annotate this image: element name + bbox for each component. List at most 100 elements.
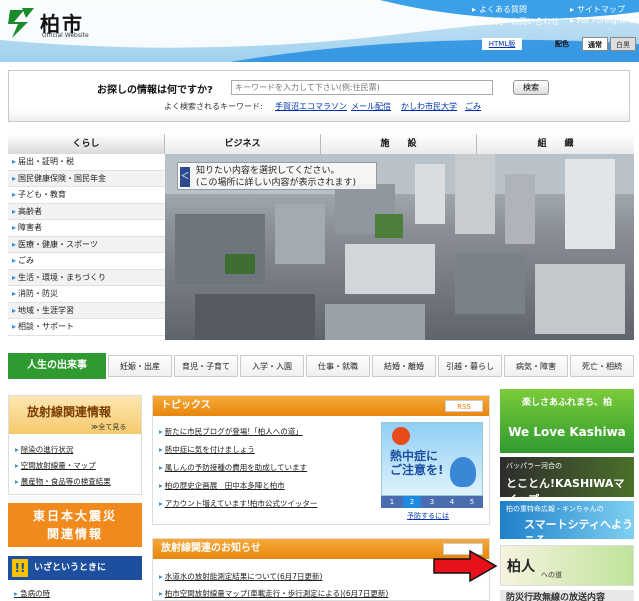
keyword-link-university[interactable]: かしわ市民大学 bbox=[401, 101, 457, 112]
selection-hint: ＜ 知りたい内容を選択してください。 (この場所に詳しい内容が表示されます) bbox=[177, 162, 377, 190]
keyword-link-mail[interactable]: メール配信 bbox=[351, 101, 391, 112]
main-nav: くらし ビジネス 施 設 組 織 bbox=[8, 134, 634, 154]
topic-link-blog[interactable]: 新たに市民ブログが登場!「柏人への道」 bbox=[159, 426, 303, 437]
heatstroke-line-1: 熱中症に bbox=[390, 449, 439, 463]
keyword-link-marathon[interactable]: 手賀沼エコマラソン bbox=[275, 101, 347, 112]
color-normal-button[interactable]: 通常 bbox=[582, 37, 608, 51]
kashiwabito-blog-banner[interactable]: 柏人 への道 bbox=[500, 545, 634, 586]
side-item-disaster[interactable]: 消防・防災 bbox=[8, 286, 165, 303]
site-logo[interactable]: 柏市 Official Website bbox=[6, 6, 126, 42]
heatstroke-text: 熱中症に ご注意を! bbox=[390, 449, 443, 477]
pager-page-3[interactable]: 3 bbox=[423, 496, 441, 508]
topic-link-rubella[interactable]: 風しんの予防接種の費用を助成しています bbox=[159, 462, 307, 473]
popular-keywords-label: よく検索されるキーワード: bbox=[164, 102, 263, 111]
hint-line-1: 知りたい内容を選択してください。 bbox=[196, 166, 340, 176]
color-mono-button[interactable]: 白黒 bbox=[610, 37, 636, 51]
earthquake-line-1: 東日本大震災 bbox=[32, 509, 117, 523]
life-work[interactable]: 仕事・就職 bbox=[306, 355, 370, 377]
hint-line-2: (この場所に詳しい内容が表示されます) bbox=[196, 178, 357, 188]
sun-icon bbox=[392, 427, 410, 445]
side-item-consultation[interactable]: 相談・サポート bbox=[8, 319, 165, 336]
radiation-news-title: 放射線関連のお知らせ bbox=[161, 543, 261, 554]
tab-business[interactable]: ビジネス bbox=[165, 134, 321, 154]
red-arrow-icon bbox=[433, 549, 498, 583]
side-item-community[interactable]: 地域・生涯学習 bbox=[8, 302, 165, 319]
kashiwa-emblem-icon bbox=[8, 8, 34, 38]
radiation-link-food[interactable]: 農産物・食品等の検査結果 bbox=[15, 476, 111, 487]
life-moving[interactable]: 引越・暮らし bbox=[438, 355, 502, 377]
chevron-left-icon: ＜ bbox=[180, 167, 190, 187]
tab-facilities[interactable]: 施 設 bbox=[321, 134, 477, 154]
earthquake-line-2: 関連情報 bbox=[46, 527, 103, 541]
banner-pager: 1 2 3 4 5 bbox=[381, 496, 483, 508]
topic-link-twitter[interactable]: アカウント増えています!柏市公式ツイッター bbox=[159, 498, 318, 509]
topic-link-heatstroke[interactable]: 熱中症に気を付けましょう bbox=[159, 444, 255, 455]
life-illness[interactable]: 病気・障害 bbox=[504, 355, 568, 377]
smart-city-tagline: 柏の重特命広報・キンちゃんの bbox=[506, 505, 604, 513]
pager-page-2[interactable]: 2 bbox=[403, 496, 421, 508]
we-love-kashiwa-tagline: 楽しさあふれまち、柏 bbox=[521, 398, 612, 408]
faq-link[interactable]: よくある質問 bbox=[472, 4, 527, 15]
side-item-disabled[interactable]: 障害者 bbox=[8, 220, 165, 237]
life-death[interactable]: 死亡・相続 bbox=[570, 355, 634, 377]
earthquake-info-banner[interactable]: 東日本大震災 関連情報 bbox=[8, 503, 142, 547]
we-love-kashiwa-banner[interactable]: 楽しさあふれまち、柏 We Love Kashiwa bbox=[500, 389, 634, 453]
search-input[interactable] bbox=[231, 80, 493, 95]
kashiwa-map-title: とことん!KASHIWAマイップ bbox=[506, 477, 625, 497]
pager-page-5[interactable]: 5 bbox=[463, 496, 481, 508]
life-pregnancy[interactable]: 妊娠・出産 bbox=[108, 355, 172, 377]
kashiwa-map-tagline: バッパラー河合の bbox=[506, 462, 562, 470]
side-item-children[interactable]: 子ども・教育 bbox=[8, 187, 165, 204]
search-heading: お探しの情報は何ですか? bbox=[97, 85, 213, 96]
life-childcare[interactable]: 育児・子育て bbox=[174, 355, 238, 377]
emergency-sudden-illness-link[interactable]: 急病の時 bbox=[14, 588, 50, 599]
contact-link[interactable]: ご意見・お問い合わせ bbox=[472, 16, 559, 27]
radiation-info-box: 放射線関連情報 ≫全て見る 除染の進行状況 空間放射線量・マップ 農産物・食品等… bbox=[8, 395, 142, 495]
search-button[interactable]: 検索 bbox=[513, 80, 549, 95]
life-marriage[interactable]: 結婚・離婚 bbox=[372, 355, 436, 377]
pager-page-1[interactable]: 1 bbox=[383, 496, 401, 508]
kurashi-menu: 届出・証明・税 国民健康保険・国民年金 子ども・教育 高齢者 障害者 医療・健康… bbox=[8, 154, 165, 340]
topics-title: トピックス bbox=[161, 400, 211, 411]
heatstroke-banner[interactable]: 熱中症に ご注意を! bbox=[381, 422, 483, 496]
radiation-link-map[interactable]: 空間放射線量・マップ bbox=[15, 460, 96, 471]
side-item-elderly[interactable]: 高齢者 bbox=[8, 203, 165, 220]
life-school[interactable]: 入学・入園 bbox=[240, 355, 304, 377]
life-events-bar: 人生の出来事 妊娠・出産 育児・子育て 入学・入園 仕事・就職 結婚・離婚 引越… bbox=[8, 353, 634, 379]
color-scheme-label: 配色 bbox=[555, 40, 569, 48]
side-item-medical[interactable]: 医療・健康・スポーツ bbox=[8, 236, 165, 253]
side-item-environment[interactable]: 生活・環境・まちづくり bbox=[8, 269, 165, 286]
smart-city-title: スマートシティへようこそ bbox=[524, 518, 634, 539]
kashiwa-map-banner[interactable]: バッパラー河合の とことん!KASHIWAマイップ bbox=[500, 457, 634, 497]
keyword-link-garbage[interactable]: ごみ bbox=[465, 101, 481, 112]
disaster-radio-banner[interactable]: 防災行政無線の放送内容 bbox=[500, 590, 634, 601]
prevention-link[interactable]: 予防するには bbox=[407, 511, 449, 521]
emergency-title: いざというときに bbox=[34, 563, 107, 573]
tab-kurashi[interactable]: くらし bbox=[8, 134, 165, 154]
topic-link-history[interactable]: 柏の歴史企画展 田中本多陣と柏市 bbox=[159, 480, 285, 491]
foreigners-link[interactable]: For Foreigners bbox=[570, 16, 634, 25]
tab-organization[interactable]: 組 織 bbox=[477, 134, 634, 154]
header: 柏市 Official Website よくある質問 サイトマップ ご意見・お問… bbox=[0, 0, 639, 62]
radiation-info-header[interactable]: 放射線関連情報 ≫全て見る bbox=[9, 396, 141, 434]
side-item-registration[interactable]: 届出・証明・税 bbox=[8, 154, 165, 171]
radnews-link-map[interactable]: 柏市空間放射線量マップ(車載走行・歩行測定による)(6月7日更新) bbox=[159, 588, 389, 599]
kashiwabito-title: 柏人 bbox=[507, 559, 535, 575]
topics-header: トピックス bbox=[153, 396, 489, 416]
html-version-link[interactable]: HTML版 bbox=[482, 38, 522, 50]
life-events-label: 人生の出来事 bbox=[8, 353, 106, 379]
warning-icon: !! bbox=[12, 559, 28, 577]
side-item-garbage[interactable]: ごみ bbox=[8, 253, 165, 270]
heatstroke-line-2: ご注意を! bbox=[390, 463, 444, 477]
side-item-insurance[interactable]: 国民健康保険・国民年金 bbox=[8, 170, 165, 187]
pager-page-4[interactable]: 4 bbox=[443, 496, 461, 508]
smart-city-banner[interactable]: 柏の重特命広報・キンちゃんの スマートシティへようこそ bbox=[500, 501, 634, 539]
emergency-header: !! いざというときに bbox=[8, 556, 142, 580]
radiation-link-decontamination[interactable]: 除染の進行状況 bbox=[15, 444, 74, 455]
radnews-link-water[interactable]: 水道水の放射能測定結果について(6月7日更新) bbox=[159, 571, 323, 582]
kashiwabito-subtitle: への道 bbox=[541, 571, 562, 579]
site-subtitle: Official Website bbox=[42, 32, 89, 39]
radiation-view-all-link[interactable]: ≫全て見る bbox=[91, 422, 126, 432]
sitemap-link[interactable]: サイトマップ bbox=[570, 4, 625, 15]
rss-button[interactable]: RSS bbox=[445, 400, 483, 412]
